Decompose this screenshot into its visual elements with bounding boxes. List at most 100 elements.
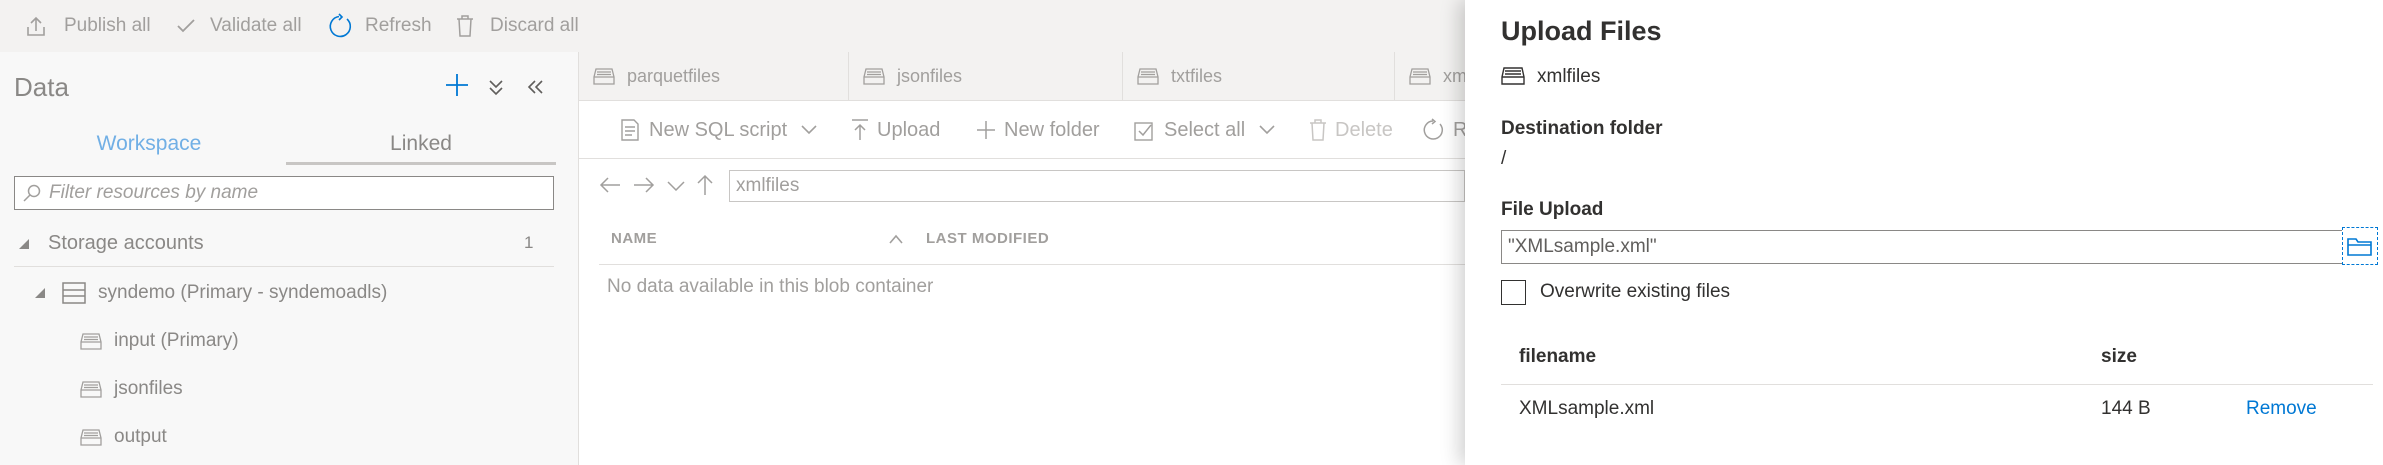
collapse-all-icon[interactable] — [487, 78, 505, 96]
folder-icon — [2347, 236, 2373, 256]
tab-txtfiles[interactable]: txtfiles — [1123, 52, 1395, 100]
trash-icon — [1309, 119, 1327, 141]
size-header: size — [2101, 346, 2137, 367]
container-icon — [80, 332, 102, 350]
search-icon — [23, 184, 41, 202]
panel-title: Upload Files — [1501, 16, 1662, 46]
delete-button[interactable]: Delete — [1309, 108, 1393, 152]
container-label: jsonfiles — [114, 378, 183, 399]
select-all-label: Select all — [1164, 118, 1246, 141]
container-name: xmlfiles — [1537, 66, 1601, 87]
destination-value: / — [1501, 148, 1507, 169]
breadcrumb-text: xmlfiles — [736, 175, 800, 196]
overwrite-label: Overwrite existing files — [1540, 281, 1731, 302]
container-label: input (Primary) — [114, 330, 239, 351]
container-item[interactable]: jsonfiles — [80, 378, 183, 400]
sql-script-icon — [619, 118, 641, 142]
file-name-cell: XMLsample.xml — [1519, 398, 1655, 419]
upload-icon — [851, 119, 869, 141]
upload-files-panel: Upload Files xmlfiles Destination folder… — [1465, 0, 2383, 465]
checkmark-icon — [176, 18, 196, 34]
data-panel: Data Workspace Linked Filter resources b… — [0, 52, 579, 465]
filter-input[interactable]: Filter resources by name — [14, 176, 554, 210]
publish-all-button[interactable]: Publish all — [26, 0, 151, 52]
upload-label: Upload — [877, 118, 941, 141]
select-all-button[interactable]: Select all — [1134, 108, 1275, 152]
storage-account-node[interactable]: syndemo (Primary - syndemoadls) — [34, 282, 387, 304]
container-icon — [1409, 67, 1431, 85]
overwrite-checkbox[interactable] — [1501, 280, 1526, 305]
destination-label: Destination folder — [1501, 118, 1663, 139]
storage-accounts-count: 1 — [524, 233, 534, 252]
tab-jsonfiles[interactable]: jsonfiles — [849, 52, 1123, 100]
container-icon — [80, 428, 102, 446]
filename-header: filename — [1519, 346, 1597, 367]
storage-accounts-node[interactable]: Storage accounts — [18, 232, 204, 255]
tab-label: txtfiles — [1171, 65, 1223, 86]
storage-account-icon — [62, 282, 86, 304]
refresh-icon — [1421, 118, 1445, 142]
container-icon — [1501, 66, 1525, 86]
file-tab-strip: parquetfiles jsonfiles txtfiles xm — [579, 52, 1467, 101]
file-upload-input[interactable]: "XMLsample.xml" — [1501, 230, 2373, 264]
content-area: parquetfiles jsonfiles txtfiles xm New S… — [579, 52, 1467, 465]
discard-all-button[interactable]: Discard all — [456, 0, 579, 52]
publish-icon — [26, 15, 46, 37]
container-item[interactable]: output — [80, 426, 167, 448]
file-upload-label: File Upload — [1501, 199, 1604, 220]
forward-arrow-icon[interactable] — [633, 176, 655, 194]
container-icon — [1137, 67, 1159, 85]
validate-all-label: Validate all — [210, 15, 302, 36]
chevron-down-icon[interactable] — [667, 181, 685, 191]
breadcrumb[interactable]: xmlfiles — [729, 170, 1465, 202]
back-arrow-icon[interactable] — [599, 176, 621, 194]
tab-linked[interactable]: Linked — [286, 122, 556, 166]
select-all-icon — [1134, 119, 1156, 141]
divider — [579, 158, 1465, 159]
upload-button[interactable]: Upload — [851, 108, 940, 152]
tab-parquetfiles[interactable]: parquetfiles — [579, 52, 849, 100]
divider — [1501, 384, 2373, 385]
add-icon[interactable] — [444, 72, 470, 98]
refresh-button[interactable]: Refresh — [327, 0, 432, 52]
sort-ascending-icon[interactable] — [889, 234, 903, 244]
new-sql-script-label: New SQL script — [649, 118, 788, 141]
publish-all-label: Publish all — [64, 15, 151, 36]
container-icon — [863, 67, 885, 85]
container-icon — [593, 67, 615, 85]
delete-label: Delete — [1335, 118, 1393, 141]
container-icon — [80, 380, 102, 398]
refresh-button[interactable]: R — [1421, 108, 1467, 152]
caret-down-icon — [34, 287, 46, 299]
chevron-down-icon — [1259, 125, 1275, 135]
double-chevron-left-icon[interactable] — [526, 78, 544, 96]
new-folder-button[interactable]: New folder — [976, 108, 1100, 152]
file-size-cell: 144 B — [2101, 398, 2151, 419]
tab-label: jsonfiles — [897, 65, 963, 86]
top-toolbar: Publish all Validate all Refresh Discard… — [0, 0, 1465, 52]
panel-title: Data — [14, 72, 69, 102]
file-upload-value: "XMLsample.xml" — [1508, 236, 1657, 257]
refresh-label: Refresh — [365, 15, 432, 36]
filter-placeholder: Filter resources by name — [49, 182, 259, 203]
discard-all-label: Discard all — [490, 15, 579, 36]
container-label: output — [114, 426, 167, 447]
browse-folder-button[interactable] — [2342, 227, 2378, 265]
up-arrow-icon[interactable] — [696, 174, 714, 196]
caret-down-icon — [18, 238, 30, 250]
column-header-name[interactable]: NAME — [611, 230, 657, 247]
trash-icon — [456, 15, 474, 37]
tab-label: xm — [1443, 65, 1467, 86]
new-sql-script-button[interactable]: New SQL script — [619, 108, 817, 152]
tab-xmlfiles[interactable]: xm — [1395, 52, 1467, 100]
remove-file-link[interactable]: Remove — [2246, 398, 2317, 420]
storage-accounts-label: Storage accounts — [48, 232, 204, 254]
validate-all-button[interactable]: Validate all — [176, 0, 302, 52]
storage-account-label: syndemo (Primary - syndemoadls) — [98, 282, 388, 303]
column-header-last-modified[interactable]: LAST MODIFIED — [926, 230, 1049, 247]
container-item[interactable]: input (Primary) — [80, 330, 239, 352]
plus-icon — [976, 120, 996, 140]
tab-underline — [286, 162, 556, 165]
divider — [14, 266, 554, 267]
tab-workspace[interactable]: Workspace — [14, 122, 284, 166]
